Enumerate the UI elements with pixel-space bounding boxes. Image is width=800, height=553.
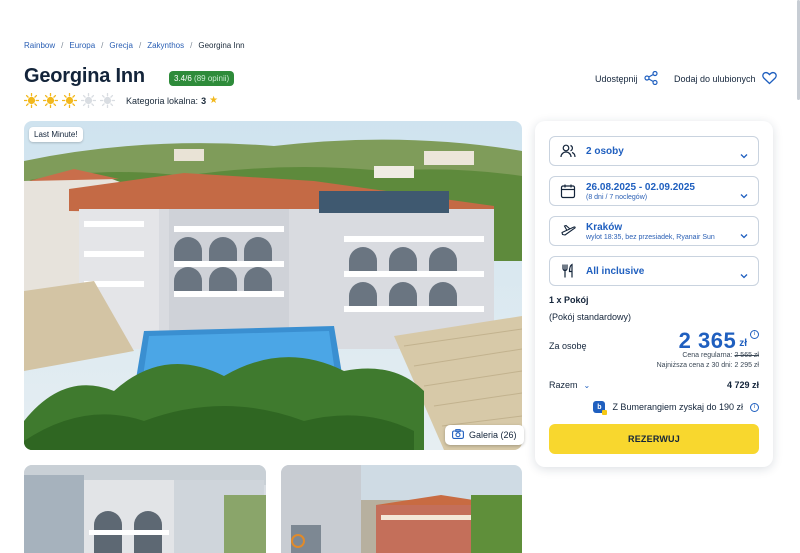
rating-value: 3.4/6 [174,74,192,83]
persons-value: 2 osoby [586,145,624,157]
room-count: 1 x Pokój [549,295,589,305]
breadcrumb-current: Georgina Inn [198,41,245,50]
heart-icon [761,71,777,87]
chevron-down-icon: ⌄ [583,380,591,390]
share-button[interactable]: Udostępnij [595,70,658,87]
lowest-price-value: 2 295 zł [734,362,759,369]
dates-value: 26.08.2025 - 02.09.2025 [586,181,695,193]
chevron-down-icon [740,147,748,159]
camera-icon [452,429,464,441]
departure-select[interactable]: Kraków wylot 18:35, bez przesiadek, Ryan… [549,216,759,246]
gallery-label: Galeria (26) [469,430,517,440]
total-toggle[interactable]: Razem ⌄ [549,380,590,390]
regular-price: Cena regularna: 2 565 zł [682,352,759,359]
sun-rating [24,93,115,108]
price-per-person: 2 365 zł i [679,328,759,354]
sun-filled-icon [24,93,39,108]
persons-icon [560,143,576,159]
chevron-down-icon [740,187,748,199]
departure-city: Kraków [586,221,623,233]
persons-select[interactable]: 2 osoby [549,136,759,166]
hotel-name: Georgina Inn [24,65,145,87]
sun-filled-icon [43,93,58,108]
rating-badge[interactable]: 3.4/6 (89 opinii) [169,71,235,86]
bumerang-logo-icon: b [593,401,608,415]
star-icon: ★ [209,95,219,106]
breadcrumb-separator: / [190,41,193,50]
breadcrumb-separator: / [138,41,142,50]
sun-empty-icon [81,93,96,108]
board-select[interactable]: All inclusive [549,256,759,286]
total-value: 4 729 zł [726,380,759,390]
lowest-price-label: Najniższa cena z 30 dni: [656,362,733,369]
reserve-button[interactable]: REZERWUJ [549,424,759,454]
gallery-button[interactable]: Galeria (26) [445,425,524,445]
breadcrumb-link-grecja[interactable]: Grecja [109,41,133,50]
per-person-label: Za osobę [549,341,587,351]
regular-price-value: 2 565 zł [734,352,759,359]
price-value: 2 365 [678,328,737,353]
favorite-button[interactable]: Dodaj do ulubionych [674,71,777,87]
hotel-photo-thumbnail[interactable] [24,465,266,553]
local-category: Kategoria lokalna: 3 ★ [126,95,218,106]
board-value: All inclusive [586,265,645,277]
breadcrumb: Rainbow / Europa / Grecja / Zakynthos / … [24,41,245,50]
sun-filled-icon [62,93,77,108]
price-currency: zł [739,338,747,349]
rating-count: (89 opinii) [194,74,230,83]
local-category-value: 3 [201,95,207,106]
room-type: (Pokój standardowy) [549,312,632,322]
lowest-price: Najniższa cena z 30 dni: 2 295 zł [657,362,759,369]
chevron-down-icon [740,267,748,279]
dates-duration: (8 dni / 7 noclegów) [586,193,648,201]
hotel-photo-thumbnail[interactable] [281,465,522,553]
airplane-icon [560,223,576,239]
calendar-icon [560,183,576,199]
info-icon[interactable]: i [750,402,759,412]
total-label: Razem [549,380,578,390]
main-hotel-photo[interactable] [24,121,522,450]
breadcrumb-link-europa[interactable]: Europa [69,41,95,50]
regular-price-label: Cena regularna: [682,352,733,359]
dates-select[interactable]: 26.08.2025 - 02.09.2025 (8 dni / 7 nocle… [549,176,759,206]
bumerang-text: Z Bumerangiem zyskaj do 190 zł [612,402,743,412]
share-label: Udostępnij [595,74,638,84]
breadcrumb-separator: / [61,41,64,50]
breadcrumb-link-zakynthos[interactable]: Zakynthos [147,41,184,50]
cutlery-icon [560,263,576,279]
favorite-label: Dodaj do ulubionych [674,74,756,84]
departure-details: wylot 18:35, bez przesiadek, Ryanair Sun [586,233,715,241]
booking-panel: 2 osoby 26.08.2025 - 02.09.2025 (8 dni /… [535,121,773,467]
info-icon[interactable]: i [750,330,759,339]
share-icon [643,70,658,87]
local-category-label: Kategoria lokalna: [126,95,199,106]
breadcrumb-separator: / [101,41,104,50]
bumerang-promo: b Z Bumerangiem zyskaj do 190 zł i [593,401,759,415]
breadcrumb-link-rainbow[interactable]: Rainbow [24,41,55,50]
chevron-down-icon [740,227,748,239]
sun-empty-icon [100,93,115,108]
last-minute-badge: Last Minute! [29,127,83,142]
